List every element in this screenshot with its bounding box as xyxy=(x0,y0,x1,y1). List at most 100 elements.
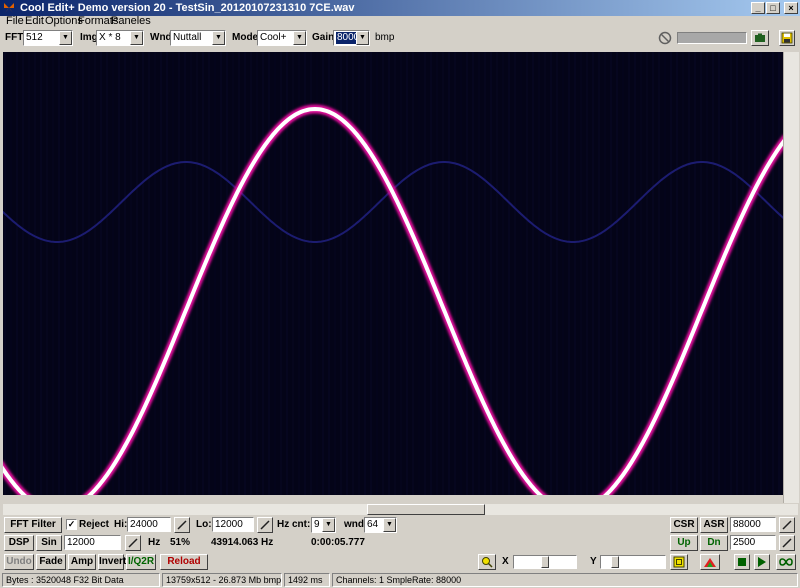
spectrum-button[interactable] xyxy=(700,554,720,570)
y-zoom-thumb[interactable] xyxy=(611,556,619,568)
y-zoom-slider[interactable] xyxy=(600,555,666,569)
bmp-label: bmp xyxy=(375,32,395,43)
i-q2r-button[interactable]: I/Q2R xyxy=(126,554,156,570)
play-button[interactable] xyxy=(754,554,770,570)
spectrogram-display[interactable] xyxy=(3,52,783,495)
reject-checkbox[interactable]: ✓ xyxy=(66,519,77,530)
hz-label: Hz xyxy=(277,519,290,530)
gain-label: Gain xyxy=(312,32,335,43)
camera-button[interactable] xyxy=(751,30,769,46)
x-zoom-thumb[interactable] xyxy=(541,556,549,568)
status-bar: Bytes : 3520048 F32 Bit Data 13759x512 -… xyxy=(0,572,800,588)
mode-select[interactable]: Cool+ ▼ xyxy=(257,30,307,46)
maximize-button[interactable]: □ xyxy=(766,2,780,14)
img-scale-value: X * 8 xyxy=(99,32,121,43)
dsp-button[interactable]: DSP xyxy=(4,535,34,551)
close-button[interactable]: × xyxy=(784,2,798,14)
chevron-down-icon: ▼ xyxy=(383,518,396,532)
menu-edit[interactable]: Edit xyxy=(25,16,44,27)
eyedropper-icon xyxy=(177,520,187,530)
x-zoom-slider[interactable] xyxy=(513,555,577,569)
hi-pipette-button[interactable] xyxy=(174,517,190,533)
reject-label: Reject xyxy=(79,519,110,530)
lo-pipette-button[interactable] xyxy=(257,517,273,533)
fft-size-value: 512 xyxy=(26,32,43,43)
img-scale-select[interactable]: X * 8 ▼ xyxy=(96,30,144,46)
camera-icon xyxy=(755,33,765,42)
hz-label: Hz xyxy=(148,537,161,548)
toolbar: FFT 512 ▼ Img X * 8 ▼ Wnd Nuttall ▼ Mode… xyxy=(0,28,800,48)
loop-icon xyxy=(779,558,793,566)
lo-label: Lo: xyxy=(196,519,212,530)
menu-file[interactable]: File xyxy=(6,16,24,27)
chevron-down-icon: ▼ xyxy=(293,31,306,45)
dn-button[interactable]: Dn xyxy=(700,535,728,551)
horizontal-scrollbar[interactable] xyxy=(3,504,798,515)
sin-button[interactable]: Sin xyxy=(36,535,62,551)
minimize-button[interactable]: _ xyxy=(751,2,765,14)
scrollbar-thumb[interactable] xyxy=(367,504,485,515)
hi-label: Hi: xyxy=(114,519,128,530)
chevron-down-icon: ▼ xyxy=(322,518,335,532)
status-channels: Channels: 1 SmpleRate: 88000 xyxy=(332,573,798,587)
asr-pipette-button[interactable] xyxy=(779,517,795,533)
stop-button[interactable] xyxy=(734,554,750,570)
fft-size-select[interactable]: 512 ▼ xyxy=(23,30,73,46)
sine-trace-glow xyxy=(3,104,783,495)
status-ms: 1492 ms xyxy=(284,573,330,587)
stop-icon xyxy=(738,558,746,566)
fft-label: FFT xyxy=(5,32,24,43)
asr-button[interactable]: ASR xyxy=(700,517,728,533)
no-entry-icon[interactable] xyxy=(658,31,672,45)
loop-button[interactable] xyxy=(776,554,796,570)
progress-bar xyxy=(677,32,747,44)
eyedropper-icon xyxy=(782,520,792,530)
window-title: Cool Edit+ Demo version 20 - TestSin_201… xyxy=(20,2,355,14)
chevron-down-icon: ▼ xyxy=(59,31,72,45)
status-bytes: Bytes : 3520048 F32 Bit Data xyxy=(2,573,160,587)
mode-label: Mode xyxy=(232,32,259,43)
time-readout: 0:00:05.777 xyxy=(311,537,365,548)
hi-freq-input[interactable]: 24000 xyxy=(127,517,171,532)
cnt-select[interactable]: 9 ▼ xyxy=(311,517,336,533)
lo-freq-input[interactable]: 12000 xyxy=(212,517,254,532)
eyedropper-icon xyxy=(782,538,792,548)
asr-rate-input[interactable]: 88000 xyxy=(730,517,776,532)
fit-button[interactable] xyxy=(670,554,688,570)
magnifier-icon xyxy=(482,557,493,568)
gain-select[interactable]: 8000 ▼ xyxy=(333,30,370,46)
spectrum-icon xyxy=(704,558,716,567)
cnt-label: cnt: xyxy=(292,519,311,530)
amp-button[interactable]: Amp xyxy=(68,554,96,570)
frequency-readout: 43914.063 Hz xyxy=(211,537,274,548)
chevron-down-icon: ▼ xyxy=(212,31,225,45)
wnd-label: Wnd xyxy=(150,32,172,43)
fft-filter-button[interactable]: FFT Filter xyxy=(4,517,62,533)
wnd-size-select[interactable]: 64 ▼ xyxy=(364,517,397,533)
up-button[interactable]: Up xyxy=(670,535,698,551)
x-zoom-label: X xyxy=(502,556,509,567)
menu-bar: File Edit Options Formats Paneles xyxy=(0,16,800,28)
dn-pipette-button[interactable] xyxy=(779,535,795,551)
eyedropper-icon xyxy=(260,520,270,530)
dn-value-input[interactable]: 2500 xyxy=(730,535,776,550)
undo-button[interactable]: Undo xyxy=(4,554,34,570)
sine-trace xyxy=(3,106,783,495)
percent-readout: 51% xyxy=(170,537,191,548)
sin-freq-input[interactable]: 12000 xyxy=(64,535,121,550)
chevron-down-icon: ▼ xyxy=(356,31,369,45)
play-icon xyxy=(758,557,766,567)
floppy-disk-icon xyxy=(781,32,793,44)
csr-button[interactable]: CSR xyxy=(670,517,698,533)
invert-button[interactable]: Invert xyxy=(98,554,126,570)
menu-paneles[interactable]: Paneles xyxy=(111,16,151,27)
save-button[interactable] xyxy=(779,30,795,46)
eyedropper-icon xyxy=(128,538,138,548)
fade-button[interactable]: Fade xyxy=(36,554,66,570)
sin-pipette-button[interactable] xyxy=(125,535,141,551)
spectrogram-plot[interactable] xyxy=(3,52,783,495)
window-func-select[interactable]: Nuttall ▼ xyxy=(170,30,226,46)
vertical-scrollbar[interactable] xyxy=(783,52,799,503)
zoom-button[interactable] xyxy=(478,554,496,570)
reload-button[interactable]: Reload xyxy=(160,554,208,570)
